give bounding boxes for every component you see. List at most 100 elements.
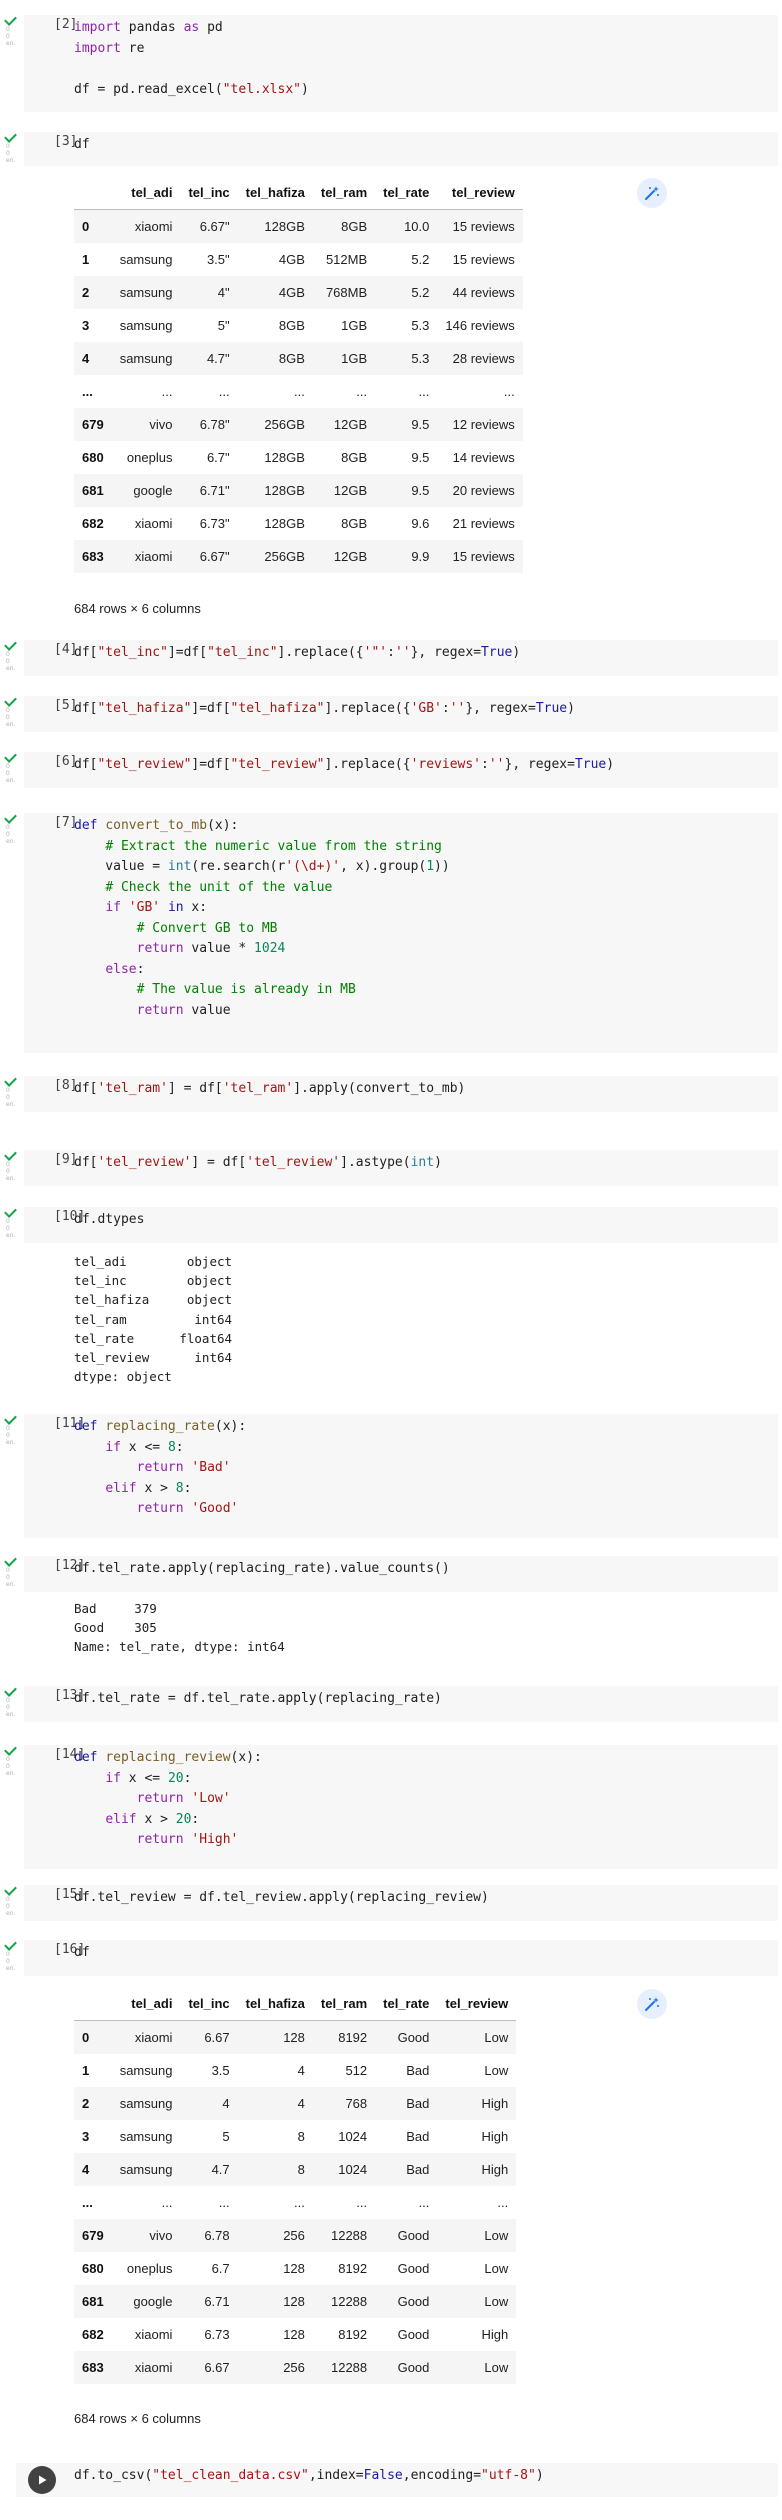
- code-text[interactable]: df.to_csv("tel_clean_data.csv",index=Fal…: [74, 2466, 544, 2487]
- table-cell: samsung: [119, 2129, 173, 2144]
- check-icon: [4, 1554, 17, 1567]
- magic-wand-icon[interactable]: [637, 178, 667, 208]
- table-cell: 4GB: [278, 285, 305, 300]
- code-token: ].replace({: [324, 701, 411, 716]
- code-text[interactable]: df.tel_rate = df.tel_rate.apply(replacin…: [74, 1689, 442, 1710]
- column-header: tel_review: [437, 176, 523, 210]
- table-row: 0 xiaomi 6.67 128 8192 Good Low: [74, 2020, 517, 2054]
- code-text[interactable]: df['tel_ram'] = df['tel_ram'].apply(conv…: [74, 1079, 465, 1100]
- row-index: 681: [82, 2294, 104, 2309]
- code-editor[interactable]: [9] df['tel_review'] = df['tel_review'].…: [24, 1150, 778, 1186]
- execution-info: 0 0 en.: [6, 1697, 16, 1718]
- code-editor[interactable]: [11] def replacing_rate(x): if x <= 8: r…: [24, 1414, 778, 1538]
- table-cell: 15 reviews: [452, 549, 515, 564]
- code-editor[interactable]: [13] df.tel_rate = df.tel_rate.apply(rep…: [24, 1686, 778, 1722]
- code-editor[interactable]: df.to_csv("tel_clean_data.csv",index=Fal…: [16, 2463, 778, 2497]
- code-editor[interactable]: [14] def replacing_review(x): if x <= 20…: [24, 1745, 778, 1869]
- check-icon: [4, 694, 17, 707]
- code-editor[interactable]: [6] df["tel_review"]=df["tel_review"].re…: [24, 752, 778, 788]
- table-cell: 6.73": [199, 516, 230, 531]
- code-text[interactable]: df["tel_inc"]=df["tel_inc"].replace({'"'…: [74, 643, 520, 664]
- execution-info: 0 0 en.: [6, 1756, 16, 1777]
- code-token: elif: [105, 1480, 137, 1496]
- code-token: ] = df[: [167, 1081, 223, 1096]
- code-token: # Convert GB to MB: [136, 920, 278, 936]
- table-cell: xiaomi: [134, 549, 173, 564]
- table-cell: Good: [397, 2294, 430, 2309]
- table-cell: 9.5: [411, 450, 430, 465]
- column-header: tel_hafiza: [237, 176, 313, 210]
- code-token: (x):: [230, 1750, 262, 1765]
- code-token: ].astype(: [340, 1155, 411, 1170]
- row-index: 680: [82, 2261, 104, 2276]
- code-editor[interactable]: [4] df["tel_inc"]=df["tel_inc"].replace(…: [24, 640, 778, 676]
- table-cell: 6.67": [199, 549, 230, 564]
- code-token: }, regex=: [504, 757, 575, 772]
- table-cell: vivo: [149, 417, 173, 432]
- execution-info: 0 0 en.: [6, 824, 16, 845]
- code-text[interactable]: df.tel_rate.apply(replacing_rate).value_…: [74, 1559, 450, 1580]
- row-count: 684 rows × 6 columns: [74, 2411, 201, 2426]
- code-token: def: [74, 818, 98, 833]
- code-text[interactable]: import pandas as pd import re df = pd.re…: [74, 18, 309, 100]
- code-editor[interactable]: [5] df["tel_hafiza"]=df["tel_hafiza"].re…: [24, 696, 778, 732]
- code-editor[interactable]: [16] df: [24, 1940, 778, 1976]
- code-text[interactable]: def replacing_rate(x): if x <= 8: return…: [74, 1417, 246, 1520]
- code-text[interactable]: df["tel_hafiza"]=df["tel_hafiza"].replac…: [74, 699, 575, 720]
- code-token: }, regex=: [465, 701, 536, 716]
- code-editor[interactable]: [3] df: [24, 132, 778, 166]
- code-token: df.tel_rate.apply(replacing_rate).value_…: [74, 1561, 450, 1576]
- table-cell: ...: [418, 384, 430, 399]
- table-cell: xiaomi: [134, 219, 173, 234]
- table-cell: 128: [283, 2030, 305, 2045]
- code-text[interactable]: def replacing_review(x): if x <= 20: ret…: [74, 1748, 262, 1851]
- table-cell: 14 reviews: [452, 450, 515, 465]
- code-text[interactable]: df: [74, 1943, 90, 1964]
- code-text[interactable]: df['tel_review'] = df['tel_review'].asty…: [74, 1153, 442, 1174]
- code-token: return: [136, 941, 184, 956]
- table-cell: 20 reviews: [452, 483, 515, 498]
- table-cell: 12GB: [333, 549, 368, 564]
- code-token: df[: [74, 1081, 98, 1096]
- row-index: 682: [82, 2327, 104, 2342]
- notebook: 0 0 en. [2] import pandas as pd import re …: [0, 0, 782, 2520]
- table-cell: 512: [345, 2063, 368, 2078]
- code-token: 'tel_ram': [97, 1081, 168, 1096]
- code-text[interactable]: def convert_to_mb(x): # Extract the nume…: [74, 816, 450, 1021]
- check-icon: [4, 1743, 17, 1756]
- code-text[interactable]: df: [74, 135, 90, 156]
- code-editor[interactable]: [15] df.tel_review = df.tel_review.apply…: [24, 1885, 778, 1921]
- code-token: ]=df[: [167, 645, 208, 660]
- table-cell: 5.3: [411, 351, 430, 366]
- code-token: re: [120, 40, 145, 56]
- table-cell: 4.7": [206, 351, 230, 366]
- code-editor[interactable]: [10] df.dtypes: [24, 1207, 778, 1243]
- code-text[interactable]: df.dtypes: [74, 1210, 144, 1231]
- output-line: tel_ram int64: [74, 1311, 233, 1327]
- row-index: ...: [82, 384, 93, 399]
- check-icon: [4, 1074, 17, 1087]
- code-editor[interactable]: [12] df.tel_rate.apply(replacing_rate).v…: [24, 1556, 778, 1592]
- table-cell: 9.6: [411, 516, 430, 531]
- code-editor[interactable]: [7] def convert_to_mb(x): # Extract the …: [24, 813, 778, 1053]
- play-icon[interactable]: [28, 2466, 56, 2494]
- table-cell: ...: [161, 2195, 173, 2210]
- code-token: ,index=: [308, 2468, 364, 2483]
- code-text[interactable]: df["tel_review"]=df["tel_review"].replac…: [74, 755, 614, 776]
- magic-wand-icon[interactable]: [637, 1989, 667, 2019]
- column-header: tel_hafiza: [237, 1987, 313, 2021]
- code-token: if: [105, 900, 121, 915]
- table-cell: 128GB: [264, 450, 305, 465]
- code-token: x >: [136, 1480, 176, 1496]
- table-cell: ...: [418, 2195, 430, 2210]
- table-cell: 8GB: [278, 318, 305, 333]
- row-index: 4: [82, 351, 90, 366]
- code-token: 20: [167, 1770, 184, 1786]
- code-editor[interactable]: [8] df['tel_ram'] = df['tel_ram'].apply(…: [24, 1076, 778, 1112]
- code-token: ): [434, 1155, 442, 1170]
- code-editor[interactable]: [2] import pandas as pd import re df = p…: [24, 15, 778, 112]
- code-text[interactable]: df.tel_review = df.tel_review.apply(repl…: [74, 1888, 489, 1909]
